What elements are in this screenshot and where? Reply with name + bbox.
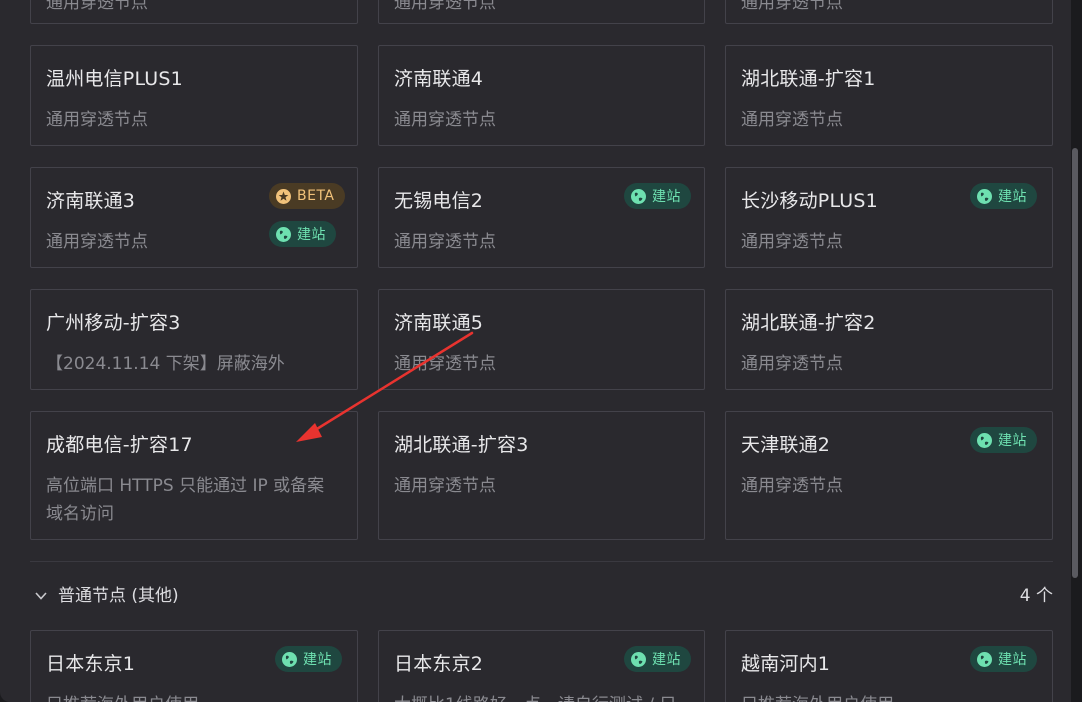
node-card[interactable]: 长沙移动PLUS1 通用穿透节点 建站 bbox=[725, 167, 1053, 268]
globe-icon bbox=[631, 188, 646, 204]
site-badge: 建站 bbox=[275, 646, 342, 672]
site-badge: 建站 bbox=[624, 183, 691, 209]
badge-label: 建站 bbox=[297, 227, 326, 243]
node-card[interactable]: 通用穿透节点 bbox=[725, 0, 1053, 24]
node-description: 通用穿透节点 bbox=[46, 0, 148, 13]
node-title: 长沙移动PLUS1 bbox=[741, 190, 878, 212]
section-title: 普通节点 (其他) bbox=[58, 586, 179, 606]
node-description: 通用穿透节点 bbox=[394, 476, 496, 496]
section-header-other-nodes[interactable]: 普通节点 (其他) 4 个 bbox=[30, 583, 1053, 611]
site-badge: 建站 bbox=[970, 646, 1037, 672]
node-title: 济南联通3 bbox=[46, 190, 136, 212]
node-description: 通用穿透节点 bbox=[394, 354, 496, 374]
node-description: 通用穿透节点 bbox=[394, 110, 496, 130]
globe-icon bbox=[977, 651, 992, 667]
node-title: 天津联通2 bbox=[741, 434, 831, 456]
badge-label: BETA bbox=[297, 188, 335, 204]
badge-label: 建站 bbox=[652, 189, 681, 205]
node-card[interactable]: 济南联通5 通用穿透节点 bbox=[378, 289, 705, 390]
star-icon bbox=[276, 188, 291, 204]
node-card[interactable]: 湖北联通-扩容3 通用穿透节点 bbox=[378, 411, 705, 540]
node-card[interactable]: 日本东京2 大概比1线路好一点，请自行测试 / 只 建站 bbox=[378, 630, 705, 702]
node-description: 通用穿透节点 bbox=[741, 0, 843, 13]
badge-label: 建站 bbox=[652, 652, 681, 668]
section-divider bbox=[30, 561, 1053, 562]
node-title: 日本东京2 bbox=[394, 653, 484, 675]
node-title: 温州电信PLUS1 bbox=[46, 68, 183, 90]
badge-label: 建站 bbox=[998, 433, 1027, 449]
globe-icon bbox=[282, 651, 297, 667]
node-card[interactable]: 湖北联通-扩容1 通用穿透节点 bbox=[725, 45, 1053, 146]
node-title: 湖北联通-扩容3 bbox=[394, 434, 529, 456]
node-card[interactable]: 天津联通2 通用穿透节点 建站 bbox=[725, 411, 1053, 540]
site-badge: 建站 bbox=[970, 183, 1037, 209]
node-description: 通用穿透节点 bbox=[741, 110, 843, 130]
node-title: 无锡电信2 bbox=[394, 190, 484, 212]
node-card[interactable]: 广州移动-扩容3 【2024.11.14 下架】屏蔽海外 bbox=[30, 289, 358, 390]
section-count: 4 个 bbox=[1019, 586, 1053, 606]
badge-label: 建站 bbox=[998, 189, 1027, 205]
node-title: 湖北联通-扩容1 bbox=[741, 68, 876, 90]
node-card[interactable]: 湖北联通-扩容2 通用穿透节点 bbox=[725, 289, 1053, 390]
globe-icon bbox=[631, 651, 646, 667]
node-description: 通用穿透节点 bbox=[741, 354, 843, 374]
node-card[interactable]: 温州电信PLUS1 通用穿透节点 bbox=[30, 45, 358, 146]
scrollbar-thumb[interactable] bbox=[1072, 148, 1078, 578]
node-card[interactable]: 日本东京1 只推荐海外用户使用 建站 bbox=[30, 630, 358, 702]
site-badge: 建站 bbox=[624, 646, 691, 672]
chevron-down-icon[interactable] bbox=[34, 589, 48, 603]
node-title: 越南河内1 bbox=[741, 653, 831, 675]
site-badge: 建站 bbox=[970, 427, 1037, 453]
node-list-panel: 通用穿透节点 通用穿透节点 通用穿透节点 温州电信PLUS1 通用穿透节点 济南… bbox=[0, 0, 1071, 702]
node-title: 日本东京1 bbox=[46, 653, 136, 675]
node-description: 【2024.11.14 下架】屏蔽海外 bbox=[46, 354, 285, 374]
node-description: 通用穿透节点 bbox=[741, 232, 843, 252]
node-card[interactable]: 越南河内1 只推荐海外用户使用 建站 bbox=[725, 630, 1053, 702]
node-title: 济南联通4 bbox=[394, 68, 484, 90]
node-title: 湖北联通-扩容2 bbox=[741, 312, 876, 334]
node-description: 通用穿透节点 bbox=[46, 110, 148, 130]
node-title: 广州移动-扩容3 bbox=[46, 312, 181, 334]
node-description: 只推荐海外用户使用 bbox=[46, 691, 339, 702]
badge-label: 建站 bbox=[303, 652, 332, 668]
node-description: 通用穿透节点 bbox=[394, 232, 496, 252]
node-description: 只推荐海外用户使用 bbox=[741, 691, 1034, 702]
site-badge: 建站 bbox=[269, 221, 336, 247]
node-card[interactable]: 通用穿透节点 bbox=[30, 0, 358, 24]
badge-label: 建站 bbox=[998, 652, 1027, 668]
globe-icon bbox=[977, 188, 992, 204]
node-card[interactable]: 济南联通3 通用穿透节点 BETA 建站 bbox=[30, 167, 358, 268]
node-description: 大概比1线路好一点，请自行测试 / 只 bbox=[394, 691, 686, 702]
node-description: 通用穿透节点 bbox=[394, 0, 496, 13]
node-title: 成都电信-扩容17 bbox=[46, 434, 193, 456]
globe-icon bbox=[276, 226, 291, 242]
node-description: 高位端口 HTTPS 只能通过 IP 或备案域名访问 bbox=[46, 476, 325, 524]
node-title: 济南联通5 bbox=[394, 312, 484, 334]
node-card[interactable]: 通用穿透节点 bbox=[378, 0, 705, 24]
beta-badge: BETA bbox=[269, 183, 345, 209]
node-card[interactable]: 无锡电信2 通用穿透节点 建站 bbox=[378, 167, 705, 268]
globe-icon bbox=[977, 432, 992, 448]
node-card[interactable]: 成都电信-扩容17 高位端口 HTTPS 只能通过 IP 或备案域名访问 bbox=[30, 411, 358, 540]
node-card[interactable]: 济南联通4 通用穿透节点 bbox=[378, 45, 705, 146]
node-description: 通用穿透节点 bbox=[741, 476, 843, 496]
